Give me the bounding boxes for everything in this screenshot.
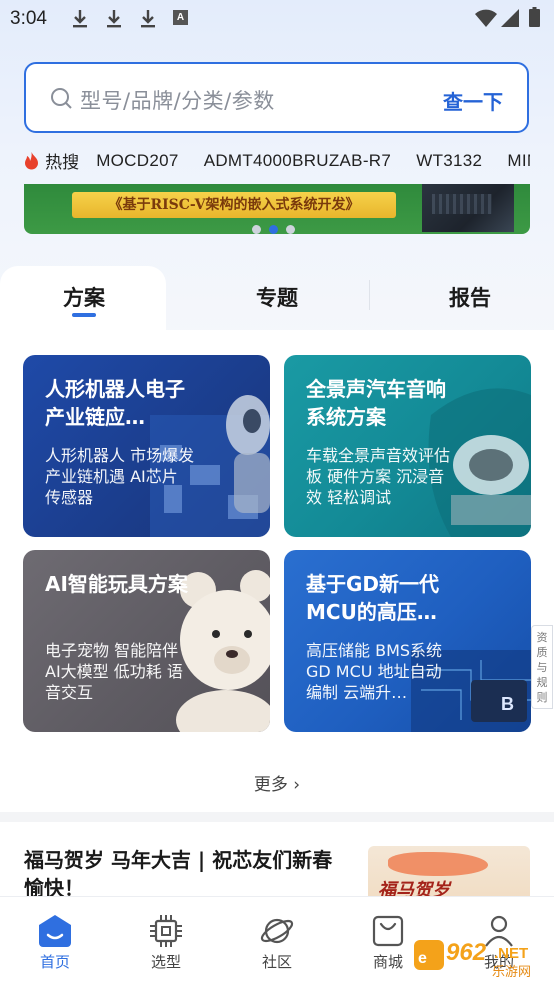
solution-card[interactable]: 人形机器人电子产业链应… 人形机器人 市场爆发 产业链机遇 AI芯片 传感器 — [23, 355, 270, 537]
tab-reports[interactable]: 报告 — [410, 282, 530, 312]
nav-community[interactable]: 社区 — [222, 897, 332, 984]
hot-search-term[interactable]: ADMT4000BRUZAB-R7 — [204, 151, 391, 171]
shopping-bag-icon — [372, 915, 404, 947]
banner-title: 《基于RISC-V架构的嵌入式系统开发》 — [72, 192, 396, 218]
search-bar[interactable]: 型号/品牌/分类/参数 查一下 — [24, 62, 529, 133]
site-watermark-logo: e 962 .NET 乐游网 — [414, 939, 531, 978]
hot-search-term[interactable]: WT3132 — [416, 151, 482, 171]
watermark-suffix: .NET — [494, 945, 528, 962]
article-title[interactable]: 福马贺岁 马年大吉 | 祝芯友们新春愉快！ — [24, 846, 344, 902]
search-button[interactable]: 查一下 — [443, 86, 503, 115]
solution-card[interactable]: B 基于GD新一代MCU的高压… 高压储能 BMS系统 GD MCU 地址自动编… — [284, 550, 531, 732]
carousel-dot[interactable] — [286, 225, 295, 234]
download-icon — [141, 10, 155, 28]
battery-icon — [529, 7, 540, 27]
wifi-icon — [475, 9, 497, 27]
hot-search-term[interactable]: MOCD207 — [96, 151, 178, 171]
tab-solutions[interactable]: 方案 — [24, 282, 144, 312]
carousel-indicator — [252, 219, 303, 234]
carousel-dot-active[interactable] — [269, 225, 278, 234]
planet-icon — [260, 918, 294, 944]
nav-label: 首页 — [39, 953, 70, 971]
status-bar: 3:04 A — [0, 0, 554, 38]
hot-search-label: 热搜 — [45, 153, 80, 173]
book-cover-image — [422, 184, 514, 232]
nav-selection[interactable]: 选型 — [111, 897, 221, 984]
qualification-rules-tab[interactable]: 资质与规则 — [531, 625, 553, 709]
card-title: 全景声汽车音响系统方案 — [306, 377, 446, 429]
card-description: 高压储能 BMS系统 GD MCU 地址自动编制 云端升… — [306, 641, 443, 702]
chip-icon — [150, 915, 182, 947]
solution-card[interactable]: AI智能玩具方案 电子宠物 智能陪伴 AI大模型 低功耗 语音交互 — [23, 550, 270, 732]
hot-search-row: 热搜 MOCD207 ADMT4000BRUZAB-R7 WT3132 MIMX — [24, 148, 530, 174]
card-description: 人形机器人 市场爆发 产业链机遇 AI芯片 传感器 — [45, 446, 195, 507]
solution-card[interactable]: 全景声汽车音响系统方案 车载全景声音效评估板 硬件方案 沉浸音效 轻松调试 — [284, 355, 531, 537]
nav-label: 选型 — [150, 953, 181, 971]
section-divider — [0, 812, 554, 822]
search-icon — [51, 88, 72, 109]
fire-icon — [25, 151, 38, 169]
app-notification-icon: A — [173, 10, 188, 25]
svg-text:e: e — [418, 950, 427, 967]
hot-search-term[interactable]: MIMX — [507, 151, 530, 171]
thumbnail-decoration — [388, 852, 488, 876]
download-icon — [73, 10, 87, 28]
home-icon — [39, 915, 71, 947]
card-description: 电子宠物 智能陪伴 AI大模型 低功耗 语音交互 — [45, 641, 183, 702]
status-time: 3:04 — [10, 8, 47, 29]
nav-home[interactable]: 首页 — [0, 897, 110, 984]
watermark-number: 962 — [446, 939, 487, 966]
more-link[interactable]: 更多 › — [0, 770, 554, 795]
search-input[interactable]: 型号/品牌/分类/参数 — [80, 85, 275, 115]
card-title: AI智能玩具方案 — [45, 572, 188, 596]
download-icon — [107, 10, 121, 28]
nav-label: 社区 — [261, 953, 292, 971]
chevron-right-icon: › — [293, 775, 301, 795]
card-title: 基于GD新一代MCU的高压… — [306, 572, 440, 624]
tab-divider — [369, 280, 370, 310]
more-label: 更多 — [253, 775, 288, 795]
card-title: 人形机器人电子产业链应… — [45, 377, 185, 429]
signal-icon — [501, 9, 519, 27]
tab-underline — [72, 313, 96, 317]
carousel-dot[interactable] — [252, 225, 261, 234]
watermark-sub: 乐游网 — [492, 965, 531, 978]
card-description: 车载全景声音效评估板 硬件方案 沉浸音效 轻松调试 — [306, 446, 451, 507]
tab-topics[interactable]: 专题 — [217, 282, 337, 312]
svg-text:B: B — [501, 694, 514, 714]
